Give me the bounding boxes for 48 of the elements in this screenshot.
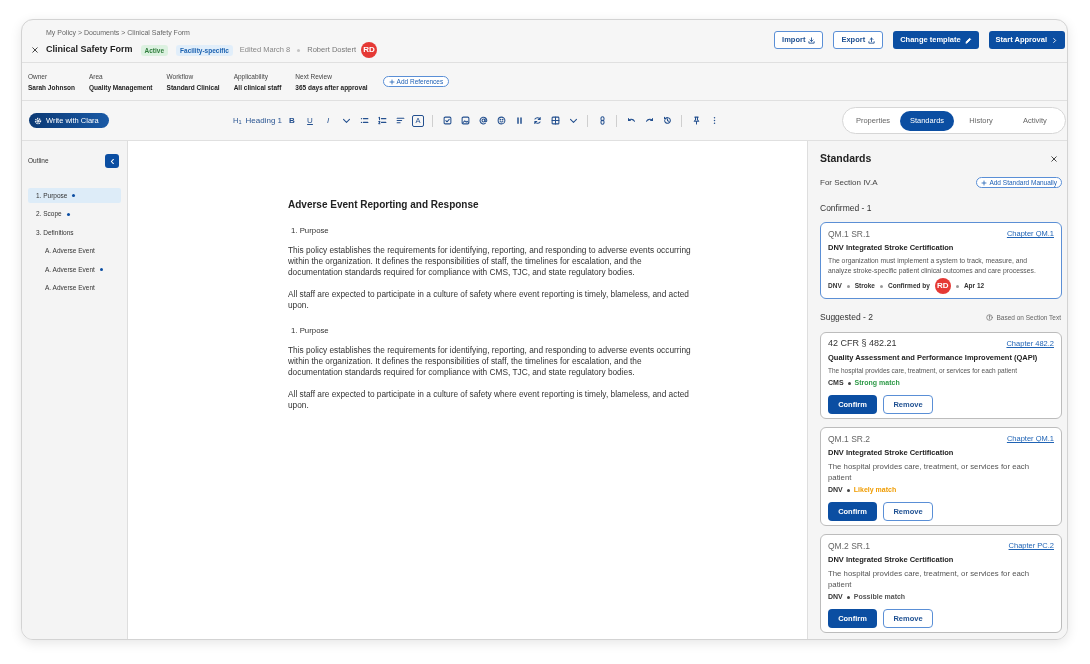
paragraph: This policy establishes the requirements for identifying, reporting, and responding to adverse events occurring within the organization. It defines the responsibilities of staff, the timelines for escalation, and the documentation standards required for compliance with CMS, TJC, and state regulatory bodies.	[288, 245, 692, 278]
document-title: Clinical Safety Form	[46, 43, 133, 57]
section-heading: Suggested - 2	[820, 311, 873, 324]
upload-icon	[868, 36, 876, 44]
section-heading: Confirmed - 1	[820, 203, 872, 214]
standard-code: QM.1 SR.2	[828, 432, 871, 446]
format-button[interactable]: I	[319, 111, 337, 130]
link-icon[interactable]	[597, 116, 607, 125]
plus-icon	[388, 78, 395, 85]
paragraph: All staff are expected to participate in a culture of safety where event reporting is timely, blameless, and acted upon.	[288, 289, 690, 311]
image-icon[interactable]	[460, 116, 470, 125]
download-icon	[808, 36, 816, 44]
standard-code: QM.1 SR.1	[828, 227, 871, 241]
plus-icon	[981, 179, 988, 186]
pin-icon[interactable]	[691, 116, 701, 125]
gear-icon	[34, 116, 42, 125]
at-sign-icon[interactable]	[478, 116, 488, 125]
document-heading: Adverse Event Reporting and Response	[288, 199, 479, 211]
user-avatar: RD	[361, 42, 378, 58]
bullet-list-icon[interactable]	[359, 116, 369, 125]
info-icon	[986, 314, 994, 321]
refresh-icon[interactable]	[532, 116, 542, 125]
table-icon[interactable]	[550, 116, 560, 125]
chevron-down-icon[interactable]	[568, 116, 578, 125]
chevron-right-icon	[1051, 36, 1058, 44]
paragraph: This policy establishes the requirements for identifying, reporting, and responding to adverse events occurring within the organization. It defines the responsibilities of staff, the timelines for escalation, and the documentation standards required for compliance with CMS, TJC, and state regulatory bodies.	[288, 345, 692, 378]
undo-icon[interactable]	[626, 116, 636, 125]
paragraph: All staff are expected to participate in a culture of safety where event reporting is timely, blameless, and acted upon.	[288, 389, 690, 411]
numbered-list-icon[interactable]	[377, 116, 387, 125]
standard-code: QM.2 SR.1	[828, 539, 871, 553]
checkbox-icon[interactable]	[442, 116, 452, 125]
user-avatar: RD	[934, 278, 951, 294]
format-button[interactable]: B	[283, 111, 301, 130]
format-button[interactable]: U	[301, 111, 319, 130]
standard-code: 42 CFR § 482.21	[828, 337, 897, 351]
smiley-icon[interactable]	[496, 116, 506, 125]
pause-icon[interactable]	[514, 116, 524, 125]
section-label: For Section IV.A	[820, 176, 878, 189]
align-left-icon[interactable]	[395, 116, 405, 125]
chevron-down-icon[interactable]	[341, 116, 351, 125]
close-icon[interactable]	[32, 47, 38, 53]
pencil-icon	[964, 36, 972, 44]
redo-icon[interactable]	[644, 116, 654, 125]
history-icon[interactable]	[662, 116, 672, 125]
panel-title: Standards	[820, 151, 872, 167]
close-icon[interactable]	[1051, 156, 1057, 162]
collapse-button[interactable]	[105, 154, 119, 168]
chevron-left-icon	[108, 157, 116, 165]
